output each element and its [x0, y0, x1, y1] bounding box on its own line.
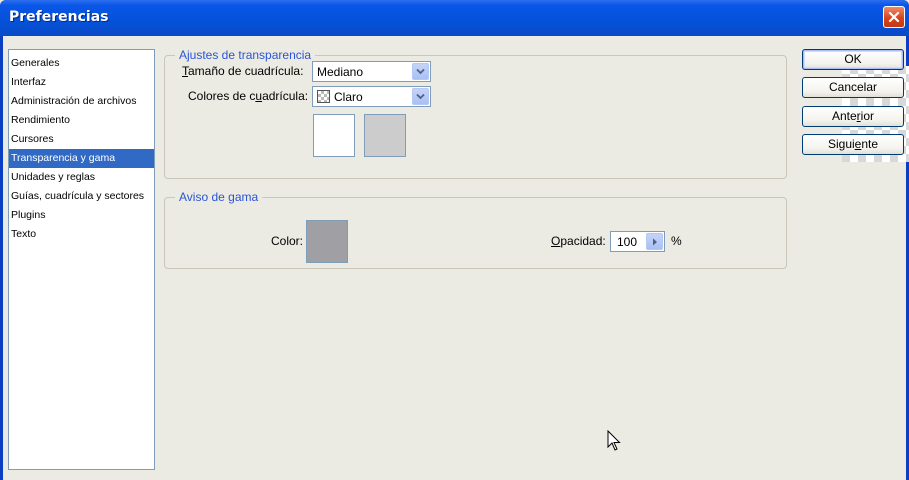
preferences-window: Preferencias Generales Interfaz Administ…	[0, 0, 909, 480]
grid-colors-value-wrap: Claro	[317, 90, 363, 104]
gamut-color-swatch[interactable]	[306, 220, 348, 263]
grid-size-select[interactable]: Mediano	[312, 61, 431, 82]
chevron-down-icon	[416, 68, 425, 75]
transparency-settings-legend: Ajustes de transparencia	[175, 48, 316, 62]
previous-label-b: ior	[860, 109, 875, 123]
category-list[interactable]: Generales Interfaz Administración de arc…	[8, 49, 155, 470]
grid-colors-select[interactable]: Claro	[312, 86, 431, 107]
category-item-guias-cuadricula[interactable]: Guías, cuadrícula y sectores	[9, 187, 154, 206]
grid-colors-label: Colores de cuadrícula:	[188, 89, 308, 103]
ok-button[interactable]: OK	[802, 49, 904, 70]
previous-label-a: Ante	[831, 109, 857, 123]
category-item-rendimiento[interactable]: Rendimiento	[9, 111, 154, 130]
next-label-a: Sigui	[827, 137, 855, 151]
triangle-right-icon	[652, 238, 657, 245]
grid-colors-value: Claro	[334, 90, 363, 104]
grid-colors-label-a: Colores de c	[188, 89, 256, 103]
previous-button[interactable]: Anterior	[802, 106, 904, 127]
opacity-unit: %	[671, 234, 682, 248]
dialog-body: Generales Interfaz Administración de arc…	[3, 36, 909, 480]
grid-size-value: Mediano	[317, 65, 364, 79]
opacity-label: Opacidad:	[551, 234, 606, 248]
cancel-button[interactable]: Cancelar	[802, 77, 904, 98]
grid-colors-label-b: adrícula:	[262, 89, 309, 103]
checkerboard-icon	[317, 90, 330, 103]
category-item-administracion-archivos[interactable]: Administración de archivos	[9, 92, 154, 111]
chevron-down-icon	[416, 93, 425, 100]
category-item-cursores[interactable]: Cursores	[9, 130, 154, 149]
opacity-input[interactable]: 100	[610, 231, 665, 252]
transparency-settings-group: Ajustes de transparencia Tamaño de cuadr…	[164, 48, 909, 179]
grid-color-swatch-light[interactable]	[313, 114, 355, 157]
close-button[interactable]	[883, 6, 905, 28]
grid-size-label-text: amaño de cuadrícula:	[188, 64, 304, 78]
next-label-b: nte	[861, 137, 879, 151]
opacity-value: 100	[617, 235, 638, 249]
gamut-warning-group: Aviso de gama Color: Opacidad: 100 %	[164, 190, 787, 269]
close-icon	[888, 11, 900, 23]
opacity-label-text: pacidad:	[560, 234, 606, 248]
category-item-plugins[interactable]: Plugins	[9, 206, 154, 225]
window-title: Preferencias	[9, 9, 109, 25]
category-item-texto[interactable]: Texto	[9, 225, 154, 244]
category-item-unidades-reglas[interactable]: Unidades y reglas	[9, 168, 154, 187]
category-item-interfaz[interactable]: Interfaz	[9, 73, 154, 92]
grid-size-dropdown-button[interactable]	[412, 63, 429, 80]
category-item-generales[interactable]: Generales	[9, 54, 154, 73]
opacity-slider-button[interactable]	[646, 233, 663, 250]
gamut-warning-legend: Aviso de gama	[175, 190, 263, 204]
grid-colors-dropdown-button[interactable]	[412, 88, 429, 105]
next-button[interactable]: Siguiente	[802, 134, 904, 155]
title-bar[interactable]: Preferencias	[0, 0, 909, 36]
gamut-color-label: Color:	[271, 234, 304, 248]
mouse-pointer-icon	[607, 430, 621, 451]
opacity-label-mnemonic: O	[551, 234, 561, 248]
grid-color-swatch-dark[interactable]	[364, 114, 406, 157]
grid-size-label: Tamaño de cuadrícula:	[182, 64, 303, 78]
category-item-transparencia-gama[interactable]: Transparencia y gama	[9, 149, 154, 168]
